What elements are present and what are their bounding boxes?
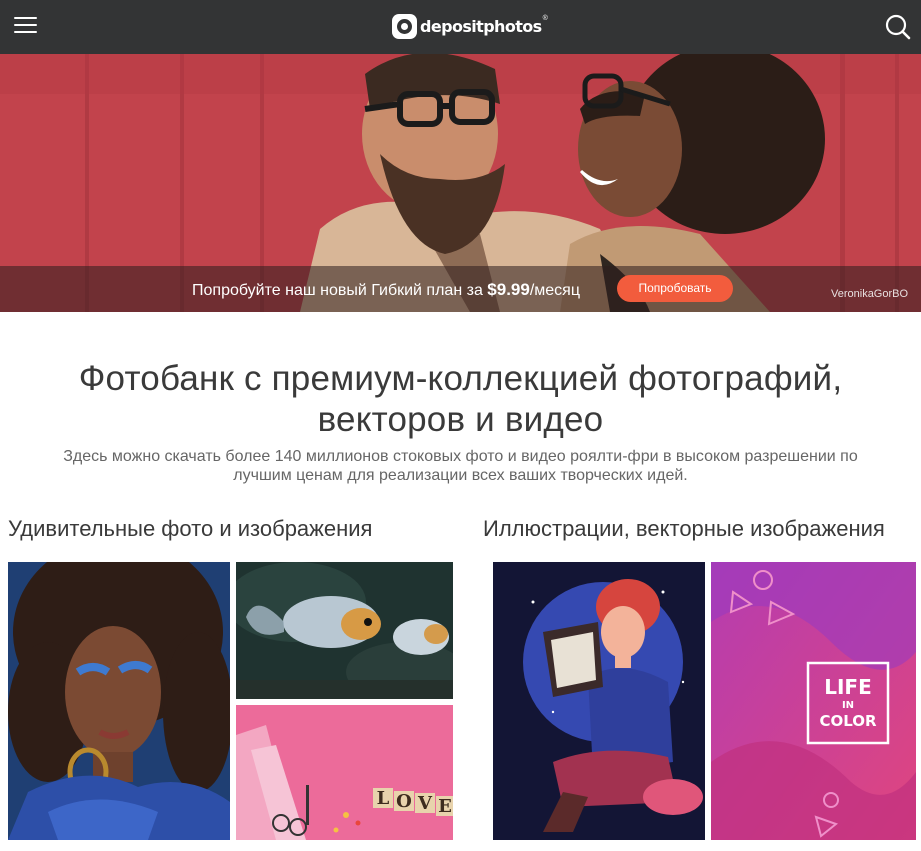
photos-section-title[interactable]: Удивительные фото и изображения bbox=[8, 516, 372, 542]
try-button[interactable]: Попробовать bbox=[617, 275, 733, 302]
page-title: Фотобанк с премиум-коллекцией фотографий… bbox=[78, 359, 843, 439]
photo-tile-goldfish[interactable] bbox=[236, 562, 453, 699]
camera-logo-icon bbox=[392, 13, 417, 39]
love-letter-v: V bbox=[417, 793, 433, 814]
vectors-section-title[interactable]: Иллюстрации, векторные изображения bbox=[483, 516, 885, 542]
page-subtitle: Здесь можно скачать более 140 миллионов … bbox=[63, 448, 858, 484]
love-letter-o: O bbox=[396, 791, 412, 812]
promo-text-suffix: /месяц bbox=[529, 282, 580, 299]
photo-tile-woman-portrait[interactable] bbox=[8, 562, 230, 840]
life-in-color-illustration: LIFE IN COLOR bbox=[711, 562, 916, 840]
love-letter-l: L bbox=[377, 788, 390, 809]
in-word: IN bbox=[842, 700, 854, 711]
logo-text: depositphotos bbox=[420, 16, 542, 36]
goldfish-image bbox=[236, 562, 453, 699]
woman-portrait-image bbox=[8, 562, 230, 840]
photo-tile-love-letters[interactable]: L O V E bbox=[236, 705, 453, 840]
life-word: LIFE bbox=[824, 675, 872, 699]
vector-tile-girl-reading[interactable] bbox=[493, 562, 705, 840]
promo-text: Попробуйте наш новый Гибкий план за $9.9… bbox=[192, 280, 580, 300]
love-letter-e: E bbox=[438, 796, 452, 817]
depositphotos-logo[interactable]: depositphotos ® bbox=[392, 12, 548, 40]
love-letters-image: L O V E bbox=[236, 705, 453, 840]
registered-mark: ® bbox=[542, 14, 548, 22]
vector-tile-life-in-color[interactable]: LIFE IN COLOR bbox=[711, 562, 916, 840]
promo-price: $9.99 bbox=[487, 280, 530, 299]
promo-text-prefix: Попробуйте наш новый Гибкий план за bbox=[192, 282, 488, 299]
girl-reading-illustration bbox=[493, 562, 705, 840]
photo-credit[interactable]: VeronikaGorBO bbox=[831, 288, 908, 300]
top-header: depositphotos ® bbox=[0, 0, 921, 54]
hamburger-menu-icon[interactable] bbox=[14, 17, 38, 35]
search-icon[interactable] bbox=[884, 13, 912, 41]
promo-banner[interactable]: Попробуйте наш новый Гибкий план за $9.9… bbox=[0, 54, 921, 312]
color-word: COLOR bbox=[819, 712, 877, 730]
